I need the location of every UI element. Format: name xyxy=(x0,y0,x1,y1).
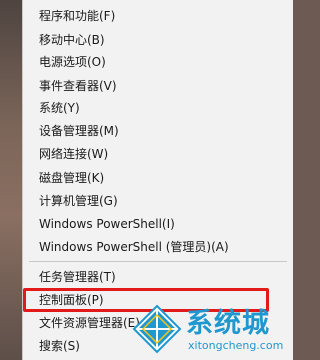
windows-logo-icon xyxy=(132,304,182,354)
watermark: 系统城 xitongcheng.com xyxy=(130,302,292,360)
menu-item-task-manager[interactable]: 任务管理器(T) xyxy=(39,266,283,288)
menu-separator xyxy=(29,261,287,262)
menu-item-powershell-admin[interactable]: Windows PowerShell (管理员)(A) xyxy=(39,236,283,258)
menu-item-event-viewer[interactable]: 事件查看器(V) xyxy=(39,75,283,97)
watermark-url: xitongcheng.com xyxy=(188,339,284,352)
watermark-title: 系统城 xyxy=(186,308,270,339)
desktop-background xyxy=(0,0,22,360)
menu-item-network-connections[interactable]: 网络连接(W) xyxy=(39,143,283,165)
menu-item-power-options[interactable]: 电源选项(O) xyxy=(39,51,283,73)
menu-item-mobility-center[interactable]: 移动中心(B) xyxy=(39,29,283,51)
menu-item-device-manager[interactable]: 设备管理器(M) xyxy=(39,120,283,142)
menu-item-powershell[interactable]: Windows PowerShell(I) xyxy=(39,213,283,235)
menu-item-disk-management[interactable]: 磁盘管理(K) xyxy=(39,167,283,189)
menu-item-system[interactable]: 系统(Y) xyxy=(39,97,283,119)
menu-item-programs-features[interactable]: 程序和功能(F) xyxy=(39,5,283,27)
menu-item-computer-management[interactable]: 计算机管理(G) xyxy=(39,190,283,212)
